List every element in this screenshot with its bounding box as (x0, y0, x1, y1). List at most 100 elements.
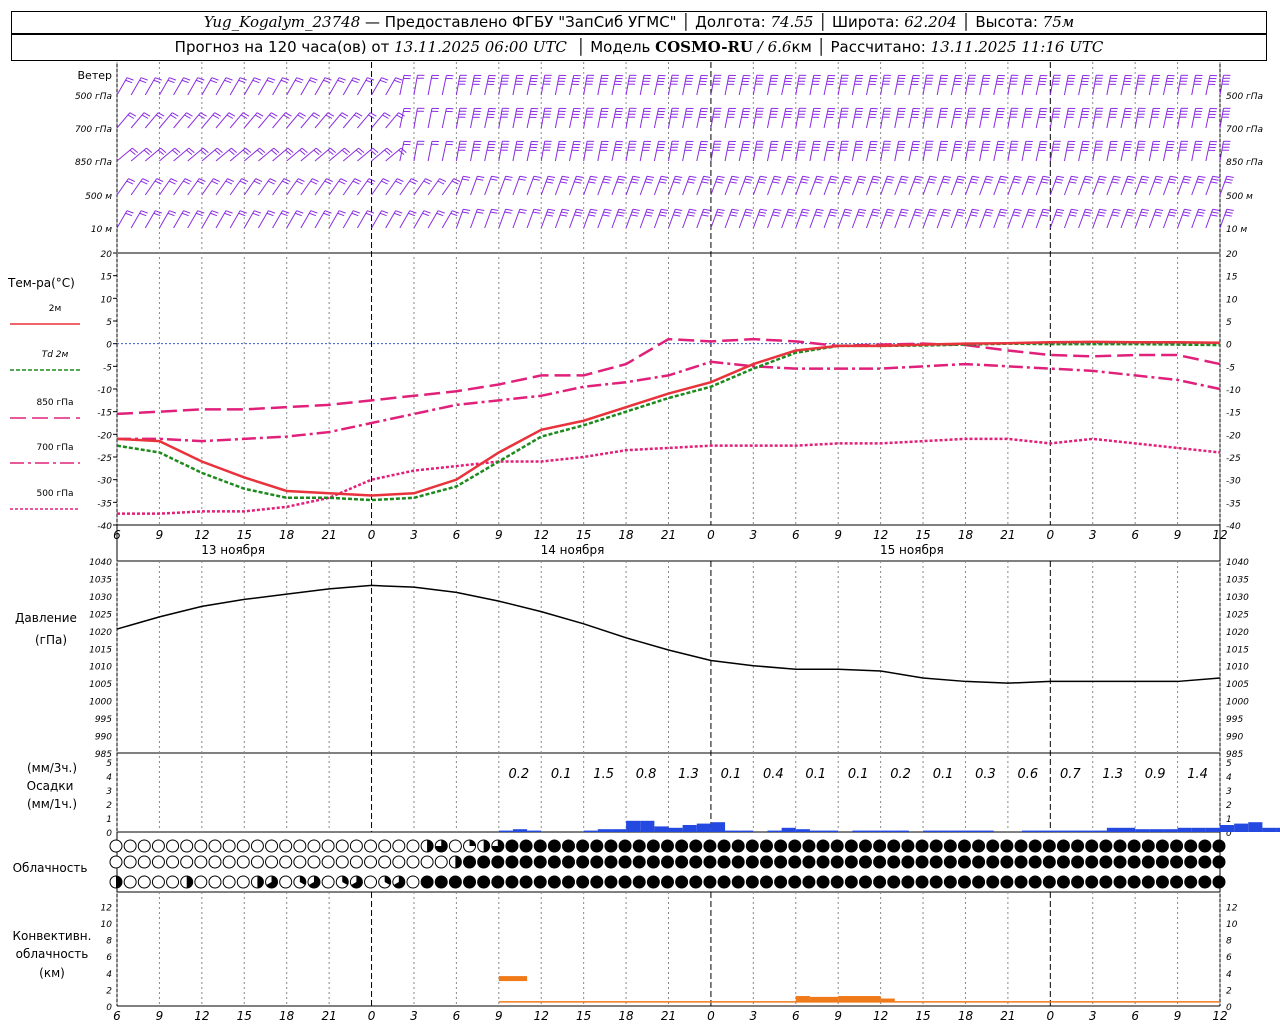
wind-barb (1021, 74, 1033, 96)
wind-barb (710, 107, 722, 129)
wind-barb (993, 107, 1005, 129)
cloud-cover-symbol (745, 855, 759, 869)
day-label: 15 ноября (880, 543, 944, 557)
temp-tick-label: -10 (1226, 386, 1241, 396)
conv-block (498, 976, 528, 982)
wind-barb (611, 140, 624, 162)
wind-barb (484, 175, 499, 196)
temp-tick-label: 10 (101, 295, 113, 305)
cloud-cover-symbol (646, 875, 660, 889)
time-tick-label: 0 (1046, 528, 1054, 542)
wind-barb (752, 107, 764, 129)
precip-bar (1064, 830, 1079, 832)
wind-barb (526, 208, 541, 229)
conv-tick-label: 0 (106, 1003, 112, 1013)
cloud-cover-symbol (731, 839, 745, 853)
cloud-cover-symbol (915, 875, 929, 889)
precip-bar (1078, 830, 1093, 832)
pressure-tick-label: 1035 (1226, 575, 1249, 585)
wind-barb (1035, 107, 1048, 129)
conv-tick-label: 12 (1226, 903, 1238, 913)
wind-barb (738, 140, 751, 162)
precip-bar (1177, 827, 1192, 832)
precip-3h-total: 0.4 (763, 767, 784, 782)
cloud-cover-symbol (576, 839, 590, 853)
wind-barb (1021, 140, 1033, 162)
wind-level-label: 700 гПа (75, 125, 112, 135)
wind-barb (653, 140, 666, 162)
conv-block (880, 998, 895, 1002)
time-tick-label: 6 (113, 1009, 121, 1023)
cloud-cover-symbol (590, 839, 604, 853)
wind-barb (1049, 208, 1065, 229)
cloud-cover-symbol (448, 875, 462, 889)
wind-barb (1177, 208, 1192, 229)
wind-barb (752, 140, 764, 162)
time-tick-label: 0 (707, 1009, 715, 1023)
wind-barb (964, 107, 976, 129)
temp-tick-label: 10 (1226, 295, 1238, 305)
cloud-cover-symbol (774, 855, 788, 869)
wind-barb (653, 74, 666, 96)
cloud-cover-symbol (972, 875, 986, 889)
cloud-cover-symbol (109, 875, 123, 889)
cloud-cover-symbol (802, 875, 816, 889)
temp-tick-label: -15 (1226, 409, 1241, 419)
wind-barb (1106, 107, 1118, 129)
cloud-cover-symbol (1085, 855, 1099, 869)
time-tick-label: 18 (618, 1009, 634, 1023)
cloud-cover-symbol (590, 875, 604, 889)
wind-barb (809, 175, 824, 196)
precip-bar (1106, 827, 1122, 832)
wind-barb (526, 140, 539, 162)
wind-barb (1191, 175, 1206, 196)
temp-tick-label: -20 (97, 431, 112, 441)
cloud-cover-symbol (335, 855, 349, 869)
wind-barb (1148, 140, 1161, 162)
conv-tick-label: 8 (106, 937, 112, 947)
pressure-tick-label: 1030 (1226, 593, 1249, 603)
cloud-cover-symbol (194, 839, 208, 853)
precip-bar (1191, 827, 1206, 832)
wind-level-label: 500 гПа (1226, 92, 1263, 102)
cloud-cover-symbol (364, 855, 378, 869)
wind-barb (597, 140, 609, 162)
wind-barb (979, 74, 991, 96)
cloud-cover-symbol (1155, 875, 1169, 889)
cloud-cover-symbol (434, 875, 448, 889)
cloud-cover-symbol (1113, 855, 1127, 869)
precip-tick-label: 5 (106, 759, 112, 769)
wind-barb (738, 107, 751, 129)
precip-bar (880, 830, 895, 832)
temp-tick-label: -40 (97, 522, 112, 532)
wind-barb (908, 208, 923, 229)
cloud-cover-symbol (1184, 839, 1198, 853)
cloud-cover-symbol (661, 875, 674, 889)
wind-barb (215, 210, 233, 229)
time-tick-label: 15 (576, 1009, 591, 1023)
cloud-cover-symbol (774, 839, 788, 853)
cloud-cover-symbol (943, 839, 957, 853)
wind-barb (1120, 107, 1133, 129)
wind-barb (569, 107, 581, 129)
wind-barb (526, 74, 539, 96)
wind-barb (781, 208, 796, 229)
cloud-cover-symbol (1127, 855, 1141, 869)
wind-barb (639, 74, 652, 96)
precip-bar (824, 830, 839, 832)
cloud-cover-symbol (434, 855, 448, 869)
wind-barb (201, 77, 219, 96)
wind-barb (583, 208, 598, 229)
wind-barb (880, 175, 895, 196)
wind-barb (1063, 175, 1079, 196)
time-tick-label: 3 (1089, 1009, 1097, 1023)
cloud-cover-symbol (137, 839, 151, 853)
wind-barb (455, 175, 471, 196)
wind-barb (767, 208, 782, 229)
precip-tick-label: 3 (1226, 787, 1232, 797)
cloud-cover-symbol (915, 855, 929, 869)
cloud-cover-symbol (1028, 855, 1042, 869)
cloud-cover-symbol (929, 839, 943, 853)
conv-tick-label: 4 (1226, 970, 1232, 980)
precip-bar (597, 829, 612, 832)
